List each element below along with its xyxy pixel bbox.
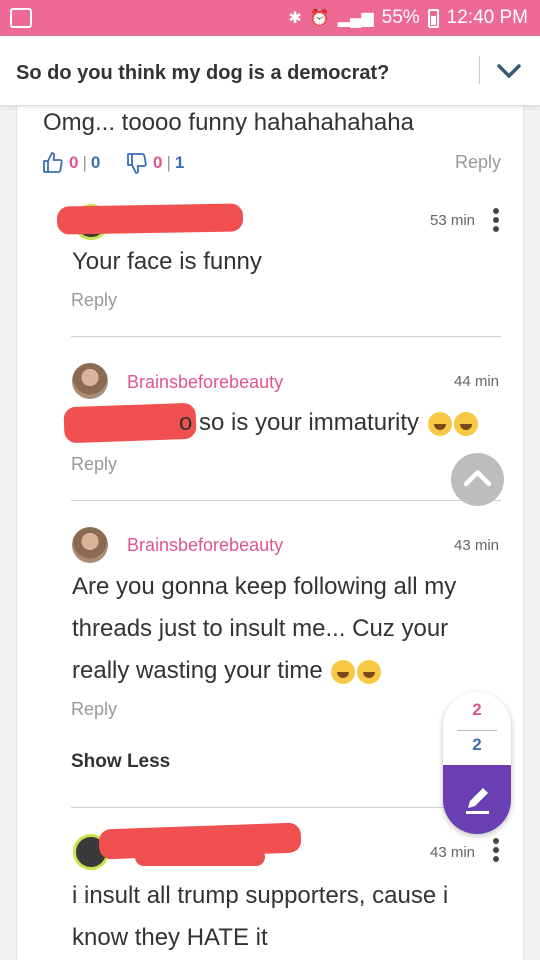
redaction-mark	[135, 848, 265, 866]
comment-text: Omg... toooo funny hahahahahaha	[43, 109, 414, 136]
comment-text: o so is your immaturity	[179, 409, 420, 436]
comment-text: threads just to insult me... Cuz your	[72, 615, 449, 642]
thread-title: So do you think my dog is a democrat?	[16, 62, 390, 84]
battery-icon	[427, 8, 439, 28]
chevron-down-icon[interactable]	[494, 56, 524, 86]
alarm-icon: ⏰	[309, 10, 330, 27]
more-options-icon[interactable]	[493, 838, 499, 865]
downvote-reply-count: 1	[174, 153, 185, 172]
vote-separator: |	[82, 153, 87, 172]
sweat-smile-emoji-icon	[453, 411, 478, 436]
counter-bottom[interactable]: 2	[443, 735, 511, 755]
thumbs-up-icon[interactable]	[41, 151, 65, 175]
comment-text: Your face is funny	[72, 248, 262, 275]
scroll-to-top-button[interactable]	[451, 453, 504, 506]
username[interactable]: Brainsbeforebeauty	[127, 372, 283, 393]
upvote-group[interactable]: 0 | 0	[41, 151, 100, 175]
upvote-count: 0	[69, 153, 79, 172]
comment-text: Are you gonna keep following all my	[72, 573, 457, 600]
thread-header: So do you think my dog is a democrat?	[0, 36, 540, 106]
redaction-mark	[63, 402, 197, 444]
comment-time: 44 min	[454, 373, 500, 390]
thumbs-down-icon[interactable]	[125, 151, 149, 175]
divider	[71, 500, 501, 501]
divider	[71, 336, 501, 337]
reply-button[interactable]: Reply	[71, 454, 117, 475]
username[interactable]: Brainsbeforebeauty	[127, 535, 283, 556]
avatar	[72, 527, 108, 563]
comment-text: i insult all trump supporters, cause i	[72, 882, 449, 909]
upvote-reply-count: 0	[90, 153, 101, 172]
counter-divider	[457, 730, 497, 731]
header-divider	[479, 56, 480, 84]
comment-text: know they HATE it	[72, 924, 268, 951]
battery-percent: 55%	[381, 7, 420, 28]
reply-button[interactable]: Reply	[71, 290, 117, 311]
chevron-up-icon	[463, 470, 492, 487]
clock: 12:40 PM	[446, 7, 528, 28]
avatar	[72, 363, 108, 399]
comment-time: 43 min	[430, 844, 476, 861]
signal-icon: ▂▄▆	[337, 10, 374, 27]
compose-button[interactable]	[443, 765, 511, 834]
status-bar: ✱ ⏰ ▂▄▆ 55% 12:40 PM	[0, 0, 540, 36]
downvote-count: 0	[153, 153, 163, 172]
reply-button[interactable]: Reply	[455, 152, 501, 173]
comment-time: 53 min	[430, 212, 476, 229]
more-options-icon[interactable]	[493, 208, 499, 235]
downvote-group[interactable]: 0 | 1	[125, 151, 184, 175]
reply-button[interactable]: Reply	[71, 699, 117, 720]
counter-top[interactable]: 2	[443, 700, 511, 720]
show-less-button[interactable]: Show Less	[71, 751, 170, 773]
redaction-mark	[56, 203, 244, 235]
status-right: ✱ ⏰ ▂▄▆ 55% 12:40 PM	[288, 7, 528, 29]
sweat-smile-emoji-icon	[331, 659, 356, 684]
activity-icon	[10, 8, 32, 28]
bluetooth-icon: ✱	[288, 10, 302, 27]
pencil-icon	[466, 788, 489, 814]
sweat-smile-emoji-icon	[357, 659, 382, 684]
reply-counter-widget: 2 2	[443, 692, 511, 834]
comment-time: 43 min	[454, 537, 500, 554]
vote-separator: |	[166, 153, 171, 172]
divider	[71, 807, 455, 808]
comment-text-row: o so is your immaturity	[179, 409, 478, 437]
sweat-smile-emoji-icon	[427, 411, 452, 436]
comment-text-row: really wasting your time	[72, 657, 382, 685]
comment-text: really wasting your time	[72, 657, 323, 684]
